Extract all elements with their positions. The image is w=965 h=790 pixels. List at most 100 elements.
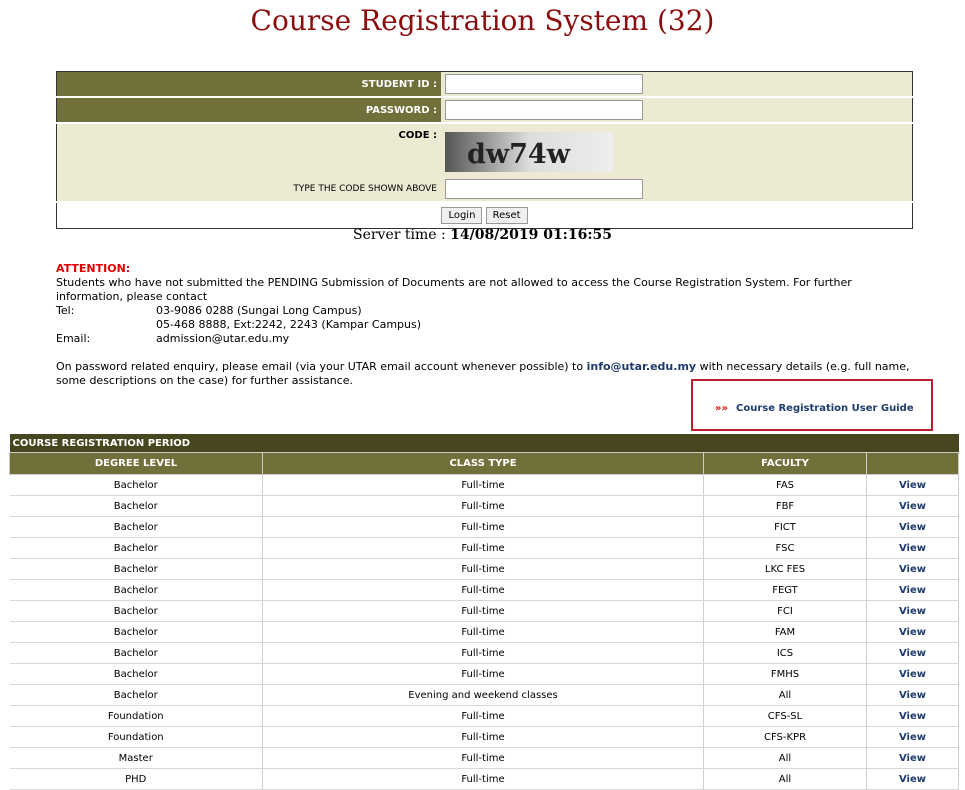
cell-class-type: Full-time <box>262 747 704 769</box>
double-arrow-icon: »» <box>715 403 728 414</box>
table-row: PHD Full-time All View <box>9 768 959 790</box>
cell-class-type: Full-time <box>262 516 704 538</box>
view-link[interactable]: View <box>866 495 959 517</box>
reset-button[interactable]: Reset <box>485 207 528 224</box>
cell-class-type: Full-time <box>262 705 704 727</box>
view-link[interactable]: View <box>866 705 959 727</box>
view-link[interactable]: View <box>866 579 959 601</box>
cell-degree-level: Bachelor <box>9 663 263 685</box>
cell-faculty: FBF <box>703 495 867 517</box>
table-row: Bachelor Full-time LKC FES View <box>9 558 959 580</box>
table-row: Master Full-time All View <box>9 747 959 769</box>
cell-faculty: LKC FES <box>703 558 867 580</box>
registration-period-table: COURSE REGISTRATION PERIOD DEGREE LEVEL … <box>9 434 959 790</box>
cell-degree-level: PHD <box>9 768 263 790</box>
cell-degree-level: Bachelor <box>9 516 263 538</box>
table-row: Bachelor Full-time FCI View <box>9 600 959 622</box>
view-link[interactable]: View <box>866 600 959 622</box>
table-row: Bachelor Evening and weekend classes All Vi… <box>9 684 959 706</box>
server-time: Server time : 14/08/2019 01:16:55 <box>0 227 965 243</box>
cell-class-type: Full-time <box>262 579 704 601</box>
cell-class-type: Evening and weekend classes <box>262 684 704 706</box>
table-row: Bachelor Full-time FMHS View <box>9 663 959 685</box>
tel-label: Tel: <box>56 304 75 317</box>
table-row: Foundation Full-time CFS-KPR View <box>9 726 959 748</box>
code-label: CODE : <box>56 123 441 177</box>
password-input[interactable] <box>445 100 643 120</box>
view-link[interactable]: View <box>866 747 959 769</box>
cell-degree-level: Bachelor <box>9 684 263 706</box>
cell-degree-level: Bachelor <box>9 621 263 643</box>
tel-sungai-long: 03-9086 0288 (Sungai Long Campus) <box>156 304 362 317</box>
cell-class-type: Full-time <box>262 537 704 559</box>
table-row: Foundation Full-time CFS-SL View <box>9 705 959 727</box>
view-link[interactable]: View <box>866 558 959 580</box>
table-row: Bachelor Full-time FSC View <box>9 537 959 559</box>
cell-class-type: Full-time <box>262 600 704 622</box>
view-link[interactable]: View <box>866 642 959 664</box>
cell-faculty: FAM <box>703 621 867 643</box>
attention-text: Students who have not submitted the PEND… <box>56 276 852 303</box>
view-link[interactable]: View <box>866 537 959 559</box>
info-email-link[interactable]: info@utar.edu.my <box>587 360 696 373</box>
login-form: STUDENT ID : PASSWORD : CODE : dw74w TYP… <box>56 71 913 229</box>
attention-heading: ATTENTION: <box>56 262 131 275</box>
admission-email: admission@utar.edu.my <box>156 332 290 345</box>
cell-degree-level: Master <box>9 747 263 769</box>
col-faculty: FACULTY <box>703 452 867 475</box>
cell-degree-level: Bachelor <box>9 579 263 601</box>
cell-faculty: CFS-KPR <box>703 726 867 748</box>
cell-faculty: ICS <box>703 642 867 664</box>
cell-degree-level: Bachelor <box>9 558 263 580</box>
cell-faculty: FSC <box>703 537 867 559</box>
table-caption: COURSE REGISTRATION PERIOD <box>9 434 959 453</box>
cell-class-type: Full-time <box>262 558 704 580</box>
captcha-image: dw74w <box>445 131 613 172</box>
user-guide-link[interactable]: Course Registration User Guide <box>736 403 914 414</box>
tel-kampar: 05-468 8888, Ext:2242, 2243 (Kampar Camp… <box>156 318 422 331</box>
view-link[interactable]: View <box>866 621 959 643</box>
type-code-label: TYPE THE CODE SHOWN ABOVE <box>56 177 441 203</box>
col-action <box>866 452 959 475</box>
view-link[interactable]: View <box>866 474 959 496</box>
server-time-value: 14/08/2019 01:16:55 <box>450 227 612 243</box>
login-button[interactable]: Login <box>441 207 483 224</box>
view-link[interactable]: View <box>866 516 959 538</box>
student-id-label: STUDENT ID : <box>56 71 441 98</box>
table-row: Bachelor Full-time FBF View <box>9 495 959 517</box>
table-row: Bachelor Full-time ICS View <box>9 642 959 664</box>
server-time-label: Server time : <box>352 227 451 243</box>
cell-degree-level: Bachelor <box>9 537 263 559</box>
cell-degree-level: Bachelor <box>9 474 263 496</box>
user-guide-box: »» Course Registration User Guide <box>691 379 933 431</box>
password-label: PASSWORD : <box>56 97 441 124</box>
cell-faculty: CFS-SL <box>703 705 867 727</box>
cell-class-type: Full-time <box>262 663 704 685</box>
view-link[interactable]: View <box>866 726 959 748</box>
cell-faculty: FMHS <box>703 663 867 685</box>
page-title: Course Registration System (32) <box>250 4 715 37</box>
cell-faculty: FICT <box>703 516 867 538</box>
cell-degree-level: Foundation <box>9 726 263 748</box>
cell-faculty: All <box>703 747 867 769</box>
cell-class-type: Full-time <box>262 495 704 517</box>
cell-class-type: Full-time <box>262 726 704 748</box>
cell-degree-level: Bachelor <box>9 642 263 664</box>
code-input[interactable] <box>445 179 643 199</box>
cell-class-type: Full-time <box>262 642 704 664</box>
cell-faculty: FAS <box>703 474 867 496</box>
view-link[interactable]: View <box>866 768 959 790</box>
cell-class-type: Full-time <box>262 768 704 790</box>
email-label: Email: <box>56 332 91 345</box>
cell-class-type: Full-time <box>262 621 704 643</box>
col-class-type: CLASS TYPE <box>262 452 704 475</box>
cell-degree-level: Bachelor <box>9 600 263 622</box>
cell-faculty: FEGT <box>703 579 867 601</box>
view-link[interactable]: View <box>866 684 959 706</box>
cell-faculty: All <box>703 684 867 706</box>
col-degree-level: DEGREE LEVEL <box>9 452 263 475</box>
view-link[interactable]: View <box>866 663 959 685</box>
cell-class-type: Full-time <box>262 474 704 496</box>
captcha-text: dw74w <box>467 139 571 170</box>
student-id-input[interactable] <box>445 74 643 94</box>
